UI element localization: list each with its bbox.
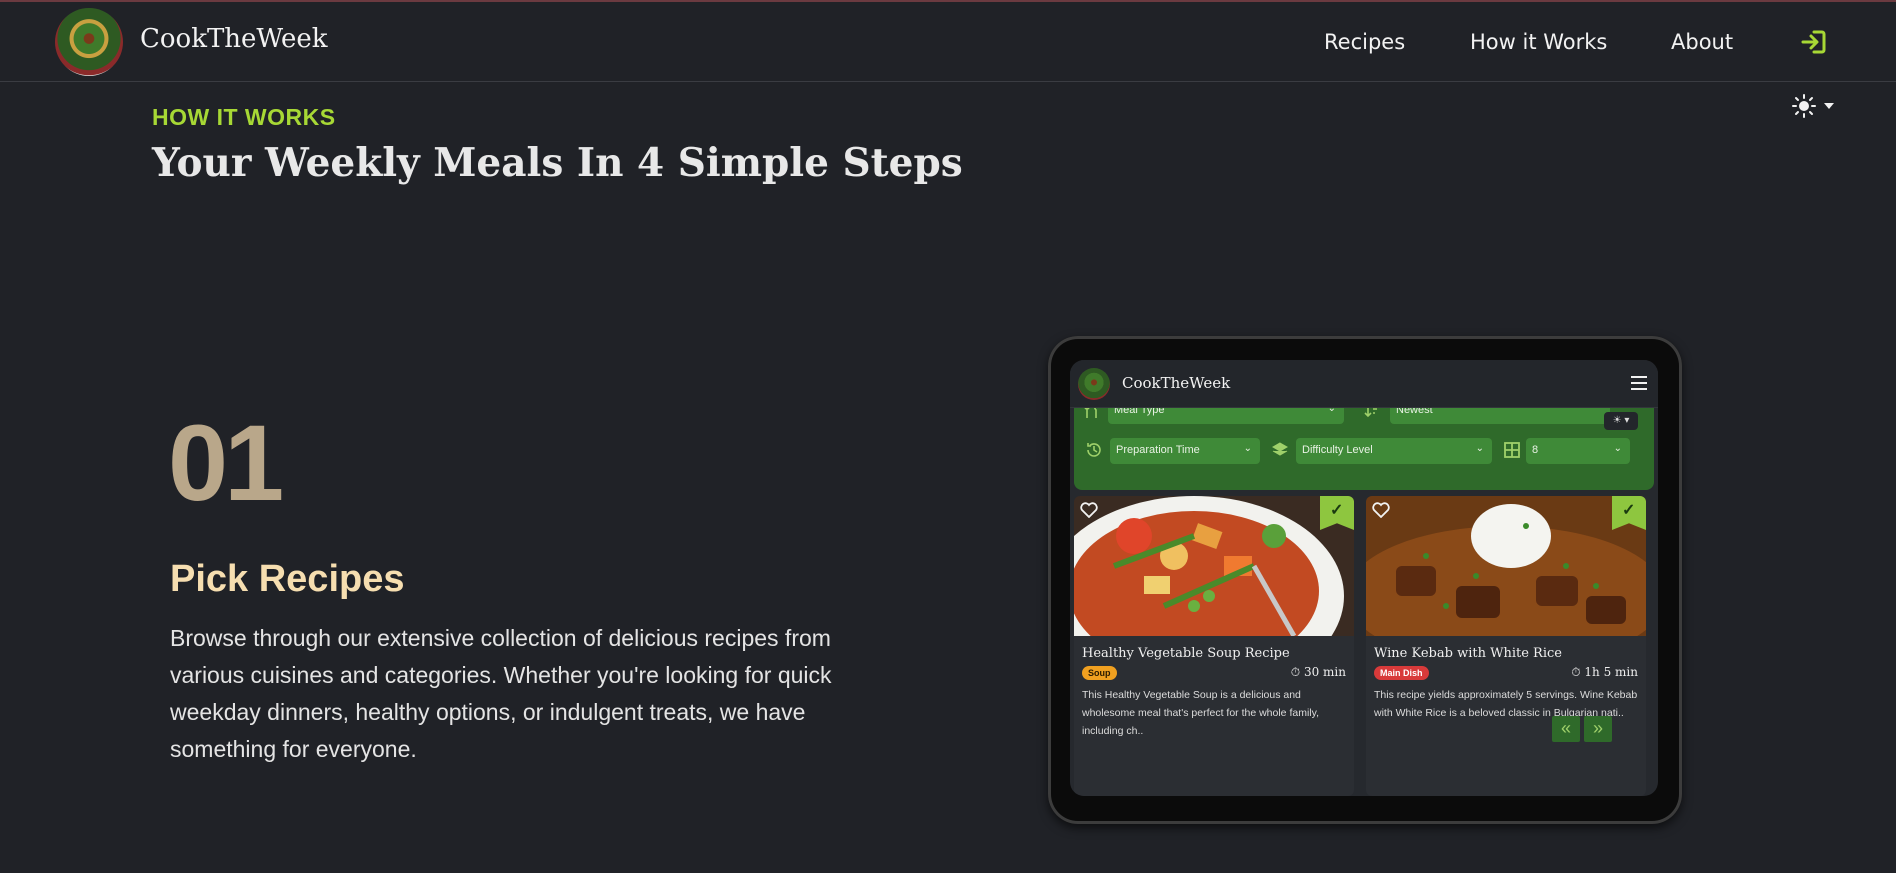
chevron-down-icon: ⌄ — [1613, 443, 1622, 454]
step-description: Browse through our extensive collection … — [170, 625, 832, 762]
tablet-screen: Meal Type ⌄ Newest Preparation Time ⌄ Diff… — [1070, 360, 1658, 796]
sun-icon — [1792, 94, 1816, 118]
stopwatch-icon: ⏱ — [1290, 665, 1304, 679]
tablet-mockup: Meal Type ⌄ Newest Preparation Time ⌄ Diff… — [1048, 336, 1682, 824]
per-page-select[interactable]: 8 ⌄ — [1526, 438, 1630, 464]
category-badge: Main Dish — [1374, 666, 1429, 680]
theme-toggle[interactable] — [1792, 94, 1840, 118]
step-number: 01 — [168, 402, 284, 523]
nav-about[interactable]: About — [1671, 30, 1733, 54]
recipe-image — [1366, 496, 1646, 636]
login-icon[interactable] — [1800, 28, 1828, 56]
per-page-label: 8 — [1532, 444, 1539, 456]
step-title: Pick Recipes — [170, 558, 405, 600]
prep-time-select[interactable]: Preparation Time ⌄ — [1110, 438, 1260, 464]
nav-recipes[interactable]: Recipes — [1324, 30, 1405, 54]
history-icon — [1087, 443, 1101, 457]
section-eyebrow: HOW IT WORKS — [152, 104, 336, 130]
recipe-title[interactable]: Wine Kebab with White Rice — [1374, 646, 1562, 661]
pager-next-button[interactable]: » — [1584, 716, 1612, 742]
nav-how-it-works[interactable]: How it Works — [1470, 30, 1607, 54]
pager-prev-button[interactable]: « — [1552, 716, 1580, 742]
brand-name[interactable]: CookTheWeek — [140, 24, 328, 54]
recipe-time-value: 1h 5 min — [1584, 665, 1638, 679]
recipe-time: ⏱ 1h 5 min — [1571, 665, 1638, 680]
recipe-description: This Healthy Vegetable Soup is a delicio… — [1082, 689, 1319, 737]
mobile-logo[interactable] — [1078, 368, 1110, 400]
heart-icon[interactable] — [1080, 502, 1098, 518]
layers-icon — [1272, 442, 1288, 456]
mobile-theme-toggle[interactable]: ☀ ▾ — [1604, 412, 1638, 430]
prep-time-label: Preparation Time — [1116, 444, 1200, 456]
mobile-header: CookTheWeek — [1070, 360, 1658, 408]
difficulty-select[interactable]: Difficulty Level ⌄ — [1296, 438, 1492, 464]
caret-down-icon — [1824, 103, 1834, 109]
check-icon: ✓ — [1622, 502, 1636, 519]
grid-icon — [1504, 442, 1520, 458]
recipe-card[interactable]: ✓ Wine Kebab with White Rice Main Dish ⏱… — [1366, 496, 1646, 796]
mobile-brand[interactable]: CookTheWeek — [1122, 374, 1230, 392]
filters-panel: Meal Type ⌄ Newest Preparation Time ⌄ Diff… — [1074, 398, 1654, 490]
heart-icon[interactable] — [1372, 502, 1390, 518]
check-icon: ✓ — [1330, 502, 1344, 519]
recipe-card[interactable]: ✓ Healthy Vegetable Soup Recipe Soup ⏱ 3… — [1074, 496, 1354, 796]
recipe-time: ⏱ 30 min — [1291, 665, 1346, 680]
recipe-image — [1074, 496, 1354, 636]
difficulty-label: Difficulty Level — [1302, 444, 1373, 456]
menu-icon[interactable] — [1630, 375, 1648, 391]
chevron-down-icon: ⌄ — [1475, 443, 1484, 454]
recipe-title[interactable]: Healthy Vegetable Soup Recipe — [1082, 646, 1290, 661]
site-header: CookTheWeek Recipes How it Works About — [0, 2, 1896, 82]
category-badge: Soup — [1082, 666, 1117, 680]
stopwatch-icon: ⏱ — [1571, 665, 1585, 679]
chevron-down-icon: ⌄ — [1243, 443, 1252, 454]
logo[interactable] — [55, 8, 123, 76]
recipe-time-value: 30 min — [1303, 665, 1346, 679]
section-heading: Your Weekly Meals In 4 Simple Steps — [152, 140, 963, 186]
